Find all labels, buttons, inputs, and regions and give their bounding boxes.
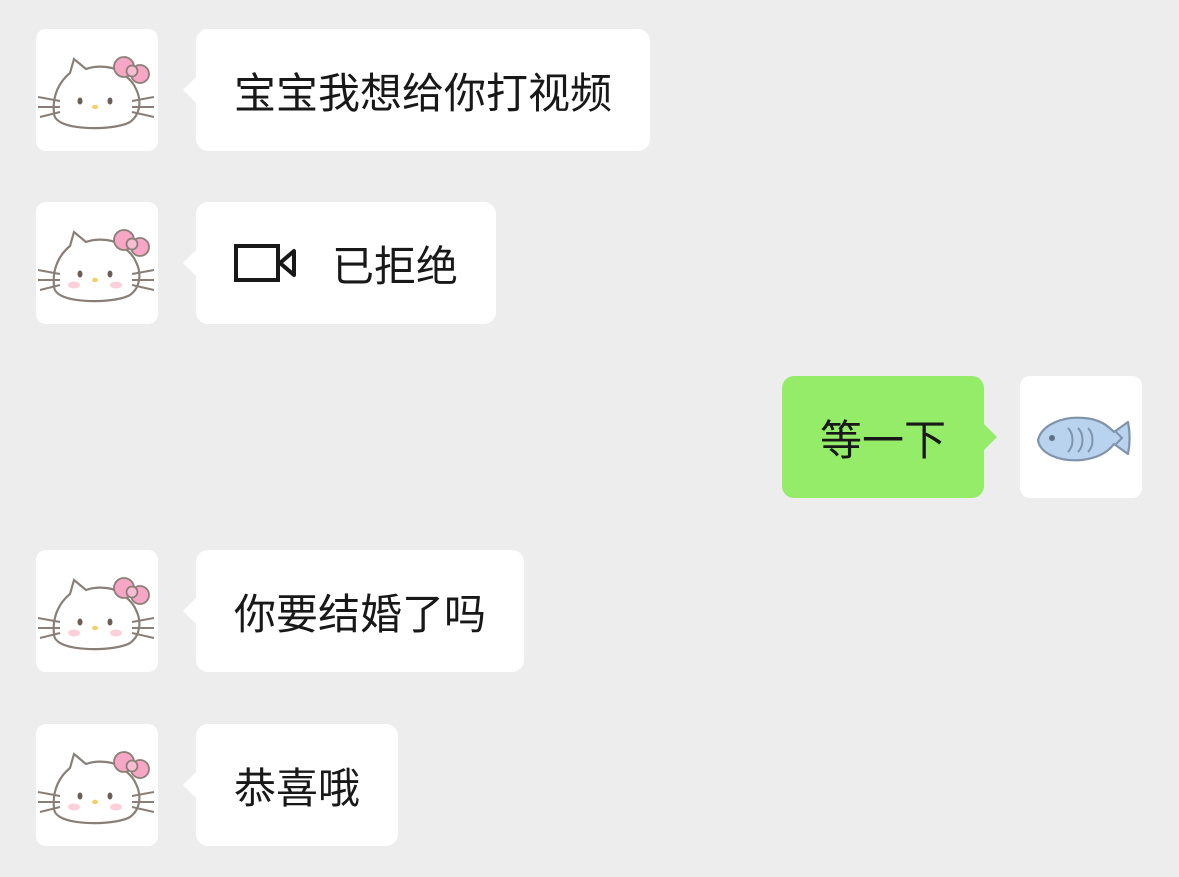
hello-kitty-icon bbox=[37, 751, 155, 825]
blue-fish-icon bbox=[1036, 416, 1131, 462]
message-text: 已拒绝 bbox=[332, 241, 459, 291]
message-text: 等一下 bbox=[819, 415, 946, 465]
message-bubble[interactable]: 等一下 bbox=[781, 376, 998, 498]
contact-avatar[interactable] bbox=[36, 29, 158, 151]
message-bubble[interactable]: 已拒绝 bbox=[182, 202, 497, 324]
message-row: 宝宝我想给你打视频 bbox=[0, 29, 1179, 151]
message-bubble[interactable]: 你要结婚了吗 bbox=[182, 550, 525, 672]
contact-avatar[interactable] bbox=[36, 724, 158, 846]
hello-kitty-icon bbox=[37, 229, 155, 303]
message-row: 你要结婚了吗 bbox=[0, 550, 1179, 672]
video-call-icon bbox=[234, 243, 298, 283]
my-avatar[interactable] bbox=[1020, 376, 1142, 498]
message-text: 恭喜哦 bbox=[234, 763, 361, 813]
message-bubble[interactable]: 恭喜哦 bbox=[182, 724, 399, 846]
message-text: 宝宝我想给你打视频 bbox=[234, 68, 613, 118]
hello-kitty-icon bbox=[37, 577, 155, 651]
message-bubble[interactable]: 宝宝我想给你打视频 bbox=[182, 29, 651, 151]
hello-kitty-icon bbox=[37, 56, 155, 130]
message-text: 你要结婚了吗 bbox=[234, 589, 487, 639]
message-row: 等一下 bbox=[0, 376, 1179, 498]
contact-avatar[interactable] bbox=[36, 202, 158, 324]
message-row: 恭喜哦 bbox=[0, 724, 1179, 846]
contact-avatar[interactable] bbox=[36, 550, 158, 672]
message-row: 已拒绝 bbox=[0, 202, 1179, 324]
